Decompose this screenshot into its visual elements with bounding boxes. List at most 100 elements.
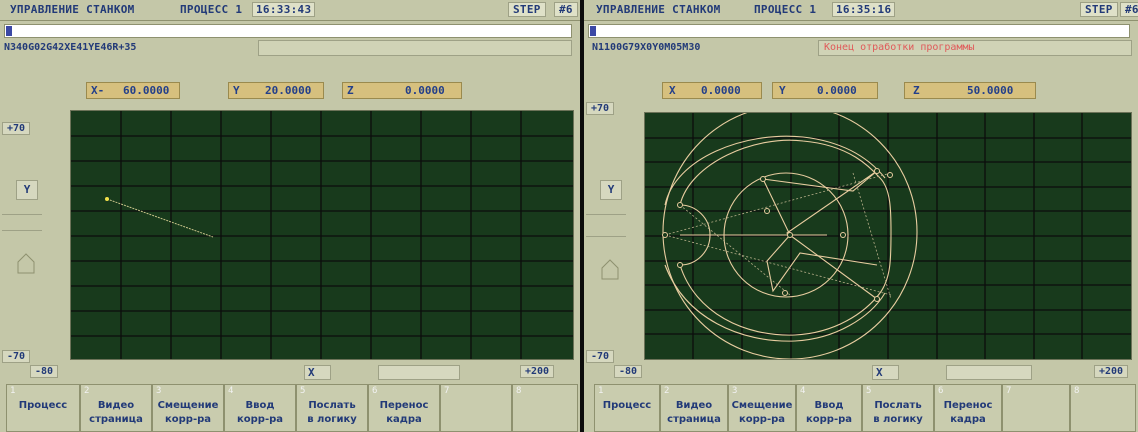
y-min-label: -70 bbox=[2, 350, 31, 363]
softkey-7[interactable]: 7 bbox=[1002, 384, 1070, 432]
command-input[interactable] bbox=[588, 24, 1130, 38]
softkey-4[interactable]: 4 Ввод корр-ра bbox=[796, 384, 862, 432]
text-cursor bbox=[590, 26, 596, 36]
coord-x-value: 60.0000 bbox=[123, 84, 170, 97]
coord-z: Z 50.0000 bbox=[904, 82, 1036, 99]
softkey-bar: 1 Процесс 2 Видео страница 3 Смещение корр-… bbox=[584, 384, 1138, 432]
y-max-label: +70 bbox=[2, 122, 31, 135]
softkey-7[interactable]: 7 bbox=[440, 384, 512, 432]
softkey-6[interactable]: 6 Перенос кадра bbox=[934, 384, 1002, 432]
x-min-label: -80 bbox=[30, 365, 59, 378]
y-max-label: +70 bbox=[586, 102, 615, 115]
screen-left: УПРАВЛЕНИЕ СТАНКОМ ПРОЦЕСС 1 16:33:43 ST… bbox=[0, 0, 580, 432]
softkey-6[interactable]: 6 Перенос кадра bbox=[368, 384, 440, 432]
softkey-5[interactable]: 5 Послать в логику bbox=[862, 384, 934, 432]
x-axis-bar: -80 X +200 bbox=[584, 364, 1138, 380]
title-bar: УПРАВЛЕНИЕ СТАНКОМ ПРОЦЕСС 1 16:35:16 ST… bbox=[584, 0, 1138, 21]
coord-x-label: X bbox=[669, 84, 676, 97]
grid-lines bbox=[71, 111, 573, 359]
x-axis-button[interactable]: X bbox=[872, 365, 899, 380]
softkey-number: 4 bbox=[228, 386, 234, 396]
coord-y-value: 0.0000 bbox=[817, 84, 857, 97]
coord-z-value: 50.0000 bbox=[967, 84, 1014, 97]
softkey-label: Смещение корр-ра bbox=[157, 400, 219, 425]
softkey-number: 1 bbox=[598, 386, 604, 396]
softkey-1[interactable]: 1 Процесс bbox=[594, 384, 660, 432]
scroll-up-icon[interactable] bbox=[600, 258, 620, 280]
plot-area bbox=[644, 112, 1132, 360]
plot-svg bbox=[645, 113, 1131, 359]
tool-position-marker bbox=[105, 197, 109, 201]
x-max-label: +200 bbox=[1094, 365, 1129, 378]
app-title: УПРАВЛЕНИЕ СТАНКОМ bbox=[596, 3, 721, 16]
step-number: #6 bbox=[1120, 2, 1138, 17]
outer-profile bbox=[679, 139, 892, 336]
softkey-label: Послать в логику bbox=[307, 400, 357, 425]
plot-area bbox=[70, 110, 574, 360]
tool-path bbox=[106, 198, 214, 238]
softkey-1[interactable]: 1 Процесс bbox=[6, 384, 80, 432]
divider bbox=[2, 230, 42, 231]
coord-z-label: Z bbox=[347, 84, 354, 97]
softkey-5[interactable]: 5 Послать в логику bbox=[296, 384, 368, 432]
coord-y-label: Y bbox=[779, 84, 786, 97]
title-bar: УПРАВЛЕНИЕ СТАНКОМ ПРОЦЕСС 1 16:33:43 ST… bbox=[0, 0, 580, 21]
clock: 16:33:43 bbox=[252, 2, 316, 17]
softkey-number: 6 bbox=[938, 386, 944, 396]
divider bbox=[586, 214, 626, 215]
softkey-label: Перенос кадра bbox=[379, 400, 429, 425]
softkey-number: 8 bbox=[516, 386, 522, 396]
softkey-number: 4 bbox=[800, 386, 806, 396]
y-axis-button[interactable]: Y bbox=[16, 180, 38, 200]
coord-z-value: 0.0000 bbox=[405, 84, 445, 97]
plot-svg bbox=[71, 111, 573, 359]
softkey-2[interactable]: 2 Видео страница bbox=[80, 384, 152, 432]
x-min-label: -80 bbox=[614, 365, 643, 378]
softkey-label: Процесс bbox=[18, 400, 68, 411]
softkey-label: Ввод корр-ра bbox=[236, 400, 284, 425]
softkey-number: 1 bbox=[10, 386, 16, 396]
softkey-bar: 1 Процесс 2 Видео страница 3 Смещение корр-… bbox=[0, 384, 580, 432]
message-text: Конец отработки программы bbox=[824, 42, 975, 53]
coord-z-label: Z bbox=[913, 84, 920, 97]
process-label: ПРОЦЕСС 1 bbox=[754, 3, 817, 16]
softkey-3[interactable]: 3 Смещение корр-ра bbox=[152, 384, 224, 432]
process-label: ПРОЦЕСС 1 bbox=[180, 3, 243, 16]
softkey-number: 3 bbox=[732, 386, 738, 396]
step-number: #6 bbox=[554, 2, 578, 17]
softkey-label: Процесс bbox=[602, 400, 652, 411]
screen-right: УПРАВЛЕНИЕ СТАНКОМ ПРОЦЕСС 1 16:35:16 ST… bbox=[584, 0, 1138, 432]
softkey-number: 5 bbox=[866, 386, 872, 396]
x-scroll-slot[interactable] bbox=[378, 365, 460, 380]
softkey-number: 8 bbox=[1074, 386, 1080, 396]
softkey-label: Перенос кадра bbox=[943, 400, 993, 425]
divider bbox=[2, 214, 42, 215]
softkey-label: Видео страница bbox=[89, 400, 143, 425]
softkey-8[interactable]: 8 bbox=[1070, 384, 1136, 432]
coord-y-label: Y bbox=[233, 84, 240, 97]
softkey-number: 3 bbox=[156, 386, 162, 396]
softkey-8[interactable]: 8 bbox=[512, 384, 578, 432]
softkey-2[interactable]: 2 Видео страница bbox=[660, 384, 728, 432]
app-title: УПРАВЛЕНИЕ СТАНКОМ bbox=[10, 3, 135, 16]
x-axis-button[interactable]: X bbox=[304, 365, 331, 380]
softkey-number: 7 bbox=[444, 386, 450, 396]
coord-y-value: 20.0000 bbox=[265, 84, 312, 97]
softkey-number: 2 bbox=[84, 386, 90, 396]
divider bbox=[586, 236, 626, 237]
scroll-up-icon[interactable] bbox=[16, 252, 36, 274]
softkey-number: 7 bbox=[1006, 386, 1012, 396]
softkey-label: Смещение корр-ра bbox=[731, 400, 793, 425]
softkey-4[interactable]: 4 Ввод корр-ра bbox=[224, 384, 296, 432]
y-axis-button[interactable]: Y bbox=[600, 180, 622, 200]
x-max-label: +200 bbox=[520, 365, 555, 378]
message-box bbox=[258, 40, 572, 56]
step-label: STEP bbox=[508, 2, 546, 17]
softkey-number: 5 bbox=[300, 386, 306, 396]
clock: 16:35:16 bbox=[832, 2, 896, 17]
softkey-number: 6 bbox=[372, 386, 378, 396]
softkey-3[interactable]: 3 Смещение корр-ра bbox=[728, 384, 796, 432]
x-scroll-slot[interactable] bbox=[946, 365, 1032, 380]
coord-x-value: 0.0000 bbox=[701, 84, 741, 97]
command-input[interactable] bbox=[4, 24, 572, 38]
